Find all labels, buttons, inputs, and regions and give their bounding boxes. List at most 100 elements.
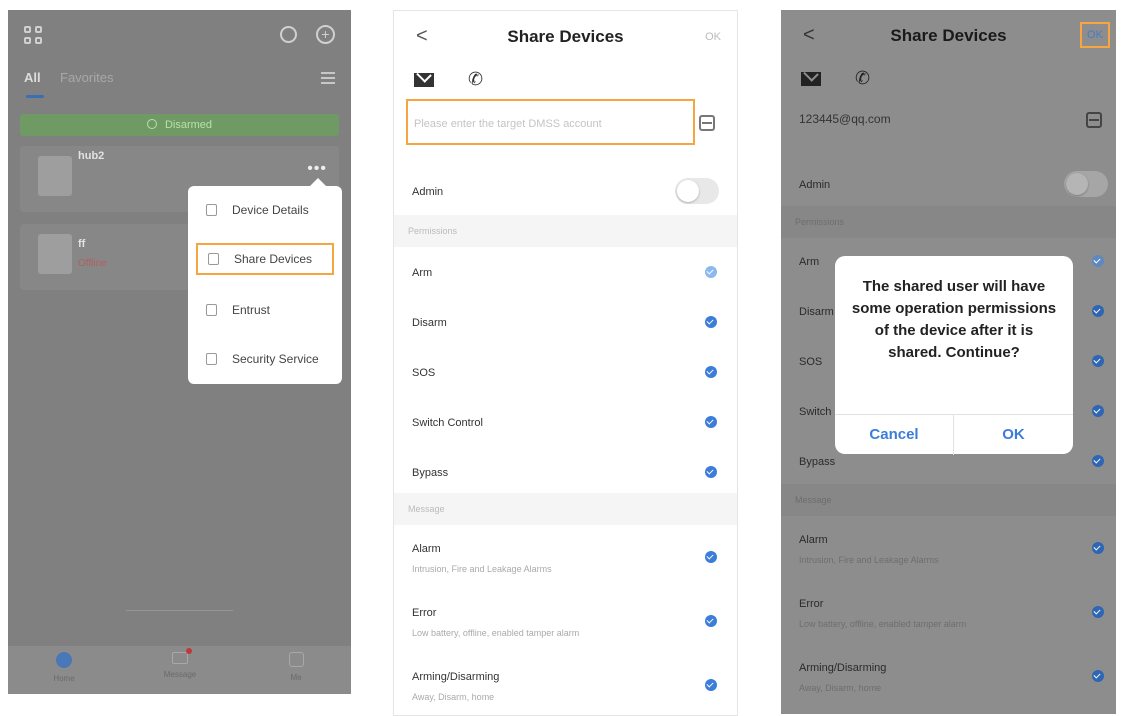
divider (126, 610, 233, 611)
permission-row[interactable]: Disarm (394, 297, 737, 347)
message-label: Alarm (799, 534, 828, 546)
permission-label: SOS (412, 367, 436, 379)
device-name: ff (78, 238, 86, 250)
search-icon[interactable] (280, 26, 297, 43)
permission-row[interactable]: Bypass (394, 447, 737, 497)
nav-label: Me (290, 673, 302, 682)
admin-label: Admin (799, 179, 831, 191)
tab-all[interactable]: All (24, 70, 44, 98)
menu-item-label: Security Service (232, 352, 319, 366)
permissions-header: Permissions (781, 206, 1116, 238)
nav-me[interactable]: Me (266, 652, 326, 682)
phone-icon[interactable]: ✆ (855, 68, 870, 89)
message-row[interactable]: Error Low battery, offline, enabled tamp… (394, 589, 737, 653)
check-icon[interactable] (1092, 670, 1104, 682)
message-row[interactable]: Alarm Intrusion, Fire and Leakage Alarms (781, 516, 1116, 580)
menu-item-entrust[interactable]: Entrust (196, 294, 334, 326)
more-icon[interactable]: ••• (307, 160, 327, 178)
arm-status-text: Disarmed (164, 119, 213, 131)
message-row[interactable]: Arming/Disarming Away, Disarm, home (394, 653, 737, 715)
share-devices-screen: < Share Devices OK ✆ Please enter the ta… (393, 10, 738, 716)
permission-label: Arm (799, 256, 820, 268)
permission-label: Switch (799, 406, 832, 418)
message-label: Arming/Disarming (799, 662, 887, 674)
account-input[interactable]: Please enter the target DMSS account (406, 99, 695, 145)
permission-row[interactable]: Arm (394, 247, 737, 297)
tab-bar: All Favorites (24, 70, 335, 100)
nav-home[interactable]: Home (34, 652, 94, 683)
scan-icon[interactable] (1086, 112, 1102, 128)
security-service-icon (206, 353, 217, 365)
message-desc: Away, Disarm, home (799, 683, 882, 693)
check-icon[interactable] (1092, 405, 1104, 417)
check-icon[interactable] (1092, 542, 1104, 554)
permission-label: Bypass (412, 467, 449, 479)
message-row[interactable]: Arming/Disarming Away, Disarm, home (781, 644, 1116, 708)
check-icon[interactable] (705, 551, 717, 563)
menu-item-share-devices[interactable]: Share Devices (196, 243, 334, 275)
ok-button[interactable]: OK (1080, 22, 1110, 48)
permission-row[interactable]: SOS (394, 347, 737, 397)
admin-label: Admin (412, 186, 444, 198)
confirm-dialog: The shared user will have some operation… (835, 256, 1073, 455)
check-icon[interactable] (705, 615, 717, 627)
check-icon[interactable] (705, 266, 717, 278)
device-action-menu: Device Details Share Devices Entrust Sec… (188, 178, 342, 384)
permission-label: Switch Control (412, 417, 483, 429)
tab-favorites[interactable]: Favorites (60, 70, 113, 85)
check-icon[interactable] (1092, 305, 1104, 317)
check-icon[interactable] (705, 316, 717, 328)
device-status: Offline (78, 258, 107, 269)
header: < Share Devices OK (781, 10, 1116, 58)
message-desc: Intrusion, Fire and Leakage Alarms (412, 564, 552, 574)
menu-item-security-service[interactable]: Security Service (196, 343, 334, 375)
device-details-icon (206, 204, 217, 216)
me-icon (288, 652, 304, 667)
check-icon[interactable] (1092, 255, 1104, 267)
admin-row: Admin (394, 167, 737, 215)
device-thumbnail (38, 156, 72, 196)
list-menu-icon[interactable] (321, 72, 335, 87)
admin-toggle[interactable] (675, 178, 719, 204)
device-list-screen: + All Favorites Disarmed hub2 ••• ff Off… (8, 10, 351, 694)
message-row[interactable]: Alarm Intrusion, Fire and Leakage Alarms (394, 525, 737, 589)
check-icon[interactable] (705, 466, 717, 478)
admin-row: Admin (781, 160, 1116, 208)
message-label: Error (412, 607, 437, 619)
check-icon[interactable] (1092, 606, 1104, 618)
message-row[interactable]: Error Low battery, offline, enabled tamp… (781, 580, 1116, 644)
scan-icon[interactable] (699, 115, 715, 131)
shield-icon (146, 119, 157, 129)
dialog-button-bar: Cancel OK (835, 414, 1073, 455)
check-icon[interactable] (705, 679, 717, 691)
message-label: Alarm (412, 543, 441, 555)
grid-icon[interactable] (24, 26, 44, 46)
permissions-header: Permissions (394, 215, 737, 247)
admin-toggle[interactable] (1064, 171, 1108, 197)
cancel-button[interactable]: Cancel (835, 415, 954, 455)
mail-icon[interactable] (801, 72, 821, 86)
check-icon[interactable] (705, 416, 717, 428)
ok-button[interactable]: OK (705, 31, 721, 43)
menu-item-device-details[interactable]: Device Details (196, 194, 334, 226)
check-icon[interactable] (705, 366, 717, 378)
message-header: Message (781, 484, 1116, 516)
bottom-nav: Home Message Me (8, 610, 351, 694)
dialog-ok-button[interactable]: OK (954, 415, 1073, 455)
nav-message[interactable]: Message (150, 648, 210, 679)
mail-icon[interactable] (414, 73, 434, 87)
permission-row[interactable]: Switch Control (394, 397, 737, 447)
add-icon[interactable]: + (316, 25, 335, 44)
device-thumbnail (38, 234, 72, 274)
page-title: Share Devices (507, 27, 624, 46)
permission-label: SOS (799, 356, 823, 368)
check-icon[interactable] (1092, 355, 1104, 367)
permission-label: Disarm (412, 317, 447, 329)
message-label: Error (799, 598, 824, 610)
account-input[interactable]: 123445@qq.com (793, 96, 1074, 142)
check-icon[interactable] (1092, 455, 1104, 467)
menu-item-label: Share Devices (234, 252, 313, 266)
share-devices-confirm-screen: < Share Devices OK ✆ 123445@qq.com Admin… (781, 10, 1116, 714)
phone-icon[interactable]: ✆ (468, 69, 483, 90)
arm-status-bar[interactable]: Disarmed (20, 114, 339, 136)
